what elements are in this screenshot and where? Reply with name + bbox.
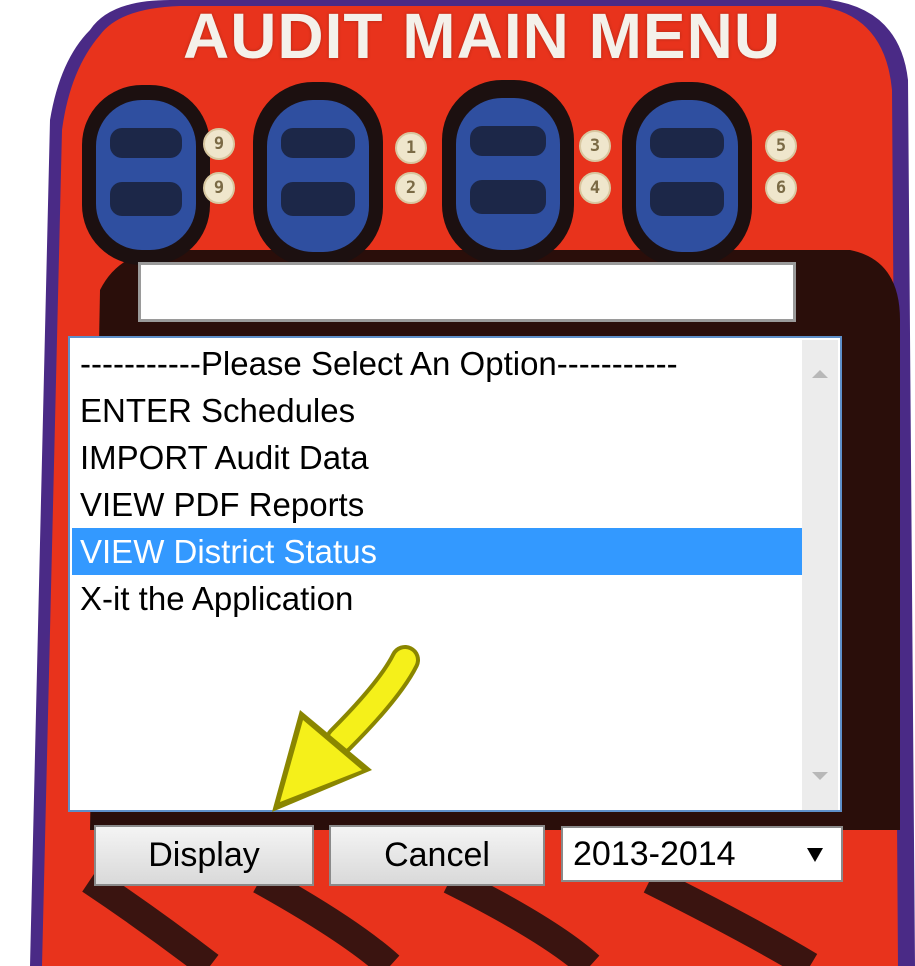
page-title: AUDIT MAIN MENU (182, 0, 782, 72)
switch-label: 2 (395, 172, 427, 204)
options-list: -----------Please Select An Option------… (72, 340, 802, 622)
switch-3 (442, 80, 574, 265)
options-listbox[interactable]: -----------Please Select An Option------… (68, 336, 842, 812)
scroll-down-icon[interactable] (812, 772, 828, 780)
switch-label: 5 (765, 130, 797, 162)
option-enter-schedules[interactable]: ENTER Schedules (72, 387, 802, 434)
listbox-scrollbar[interactable] (802, 340, 838, 810)
display-button[interactable]: Display (94, 825, 314, 886)
scroll-up-icon[interactable] (812, 370, 828, 378)
option-import-audit-data[interactable]: IMPORT Audit Data (72, 434, 802, 481)
switch-label: 9 (203, 128, 235, 160)
switch-label: 9 (203, 172, 235, 204)
school-year-select[interactable]: 2013-2014 (561, 826, 843, 882)
dropdown-arrow-icon (807, 848, 823, 862)
switch-4 (622, 82, 752, 267)
option-placeholder[interactable]: -----------Please Select An Option------… (72, 340, 802, 387)
option-exit-application[interactable]: X-it the Application (72, 575, 802, 622)
switch-label: 1 (395, 132, 427, 164)
switch-label: 4 (579, 172, 611, 204)
option-view-district-status[interactable]: VIEW District Status (72, 528, 802, 575)
search-input[interactable] (138, 262, 796, 322)
option-view-pdf-reports[interactable]: VIEW PDF Reports (72, 481, 802, 528)
school-year-value: 2013-2014 (573, 835, 736, 873)
switch-1 (82, 85, 210, 265)
cancel-button[interactable]: Cancel (329, 825, 545, 886)
switch-label: 3 (579, 130, 611, 162)
switch-label: 6 (765, 172, 797, 204)
switch-2 (253, 82, 383, 267)
